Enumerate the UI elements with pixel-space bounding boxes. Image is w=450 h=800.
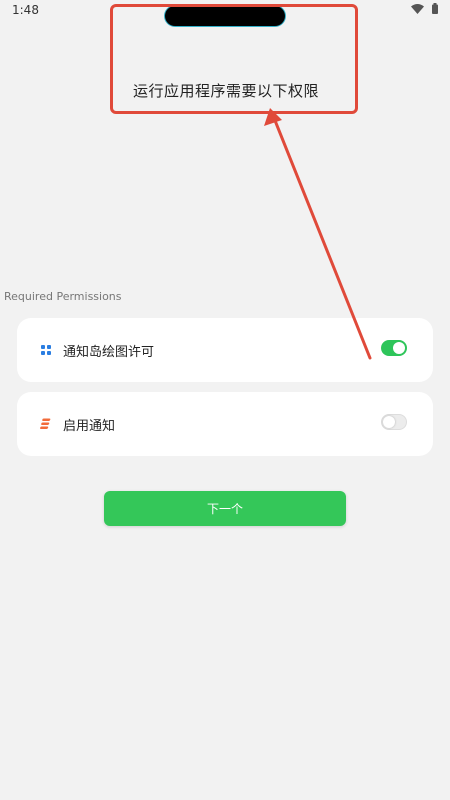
next-button[interactable]: 下一个: [104, 491, 346, 526]
battery-icon: [432, 3, 438, 14]
notification-stack-icon: [40, 418, 51, 429]
page-title: 运行应用程序需要以下权限: [133, 82, 320, 100]
grid-icon: [41, 345, 51, 355]
permission-toggle-island-drawing[interactable]: [381, 340, 407, 356]
toggle-knob: [383, 416, 395, 428]
status-icons: [411, 3, 438, 14]
section-title: Required Permissions: [4, 290, 122, 303]
status-time: 1:48: [12, 3, 39, 17]
permission-toggle-notifications[interactable]: [381, 414, 407, 430]
permission-card-island-drawing[interactable]: 通知岛绘图许可: [17, 318, 433, 382]
wifi-icon: [411, 3, 424, 14]
toggle-knob: [393, 342, 405, 354]
permission-label: 启用通知: [63, 419, 116, 434]
permission-card-notifications[interactable]: 启用通知: [17, 392, 433, 456]
permission-label: 通知岛绘图许可: [63, 345, 155, 360]
